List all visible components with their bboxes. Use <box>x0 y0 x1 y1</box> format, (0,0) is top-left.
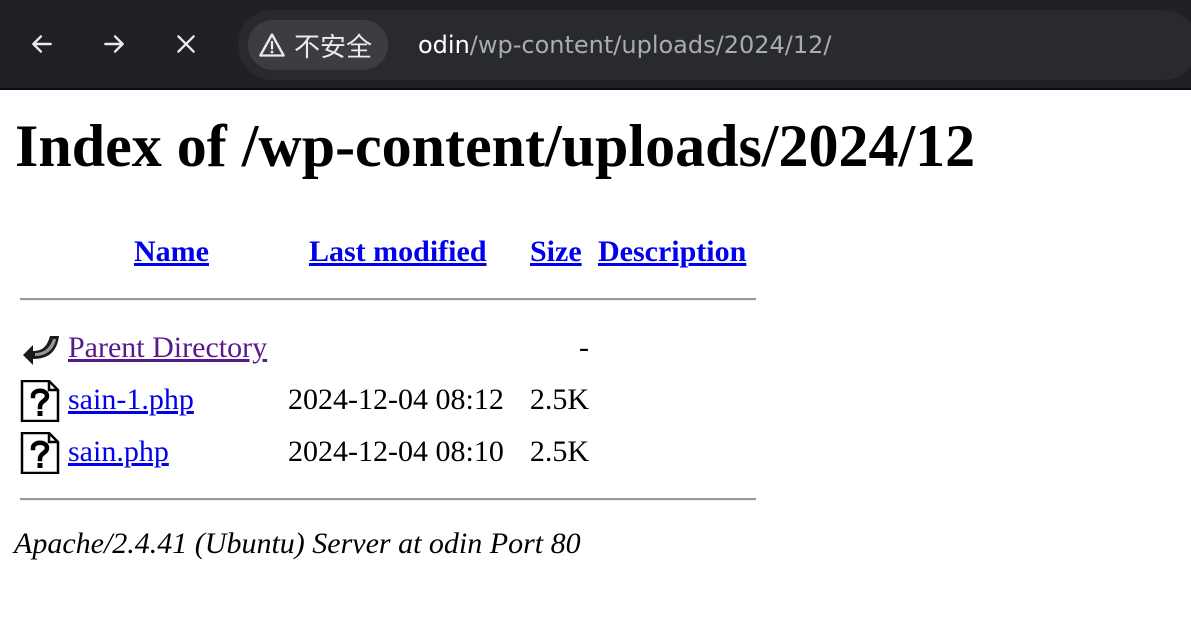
file-last-modified: 2024-12-04 08:12 <box>288 383 504 416</box>
security-label: 不安全 <box>294 32 373 63</box>
parent-directory-size: - <box>579 331 589 364</box>
file-last-modified: 2024-12-04 08:10 <box>288 435 504 468</box>
sort-by-description-link[interactable]: Description <box>598 232 746 272</box>
back-arrow-icon <box>23 336 59 365</box>
file-link[interactable]: sain.php <box>68 432 169 472</box>
file-link[interactable]: sain-1.php <box>68 380 194 420</box>
sort-by-size-link[interactable]: Size <box>530 232 582 272</box>
page-title: Index of /wp-content/uploads/2024/12 <box>15 113 976 179</box>
arrow-left-icon <box>32 35 52 53</box>
url-host: odin <box>418 31 470 59</box>
url-text[interactable]: odin/wp-content/uploads/2024/12/ <box>418 10 832 80</box>
footer-divider <box>20 498 756 501</box>
forward-button[interactable] <box>92 22 136 66</box>
stop-loading-button[interactable] <box>164 22 208 66</box>
file-size: 2.5K <box>529 435 589 468</box>
security-indicator[interactable]: 不安全 <box>248 20 389 70</box>
close-icon <box>177 35 195 53</box>
warning-triangle-icon <box>259 33 285 57</box>
arrow-right-icon <box>104 35 124 53</box>
url-path: /wp-content/uploads/2024/12/ <box>469 31 832 59</box>
browser-toolbar: 不安全 odin/wp-content/uploads/2024/12/ <box>0 0 1191 90</box>
parent-directory-link[interactable]: Parent Directory <box>68 328 267 368</box>
header-divider <box>20 298 756 301</box>
file-size: 2.5K <box>529 383 589 416</box>
page-content: Index of /wp-content/uploads/2024/12 Nam… <box>0 92 1191 633</box>
sort-by-name-link[interactable]: Name <box>134 232 209 272</box>
sort-by-last-modified-link[interactable]: Last modified <box>309 232 487 272</box>
unknown-file-icon <box>20 380 60 422</box>
back-button[interactable] <box>20 22 64 66</box>
address-bar[interactable]: 不安全 odin/wp-content/uploads/2024/12/ <box>238 10 1191 80</box>
unknown-file-icon <box>20 432 60 474</box>
server-signature: Apache/2.4.41 (Ubuntu) Server at odin Po… <box>14 527 581 560</box>
